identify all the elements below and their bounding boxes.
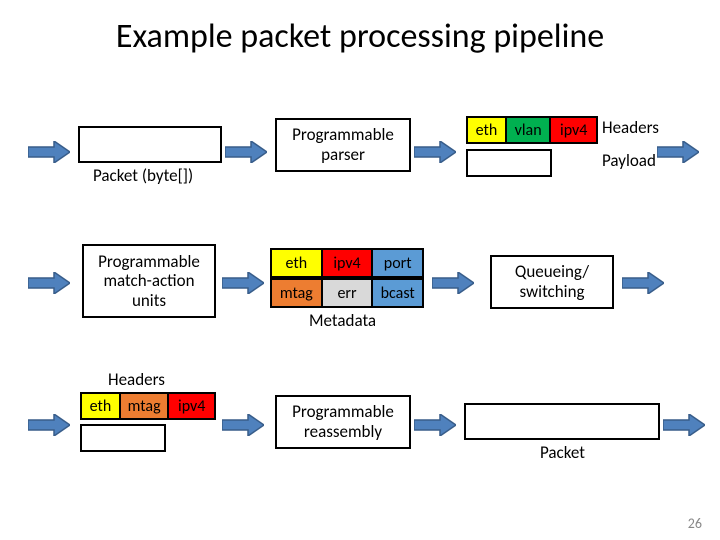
- page-title: Example packet processing pipeline: [0, 16, 720, 57]
- meta-bot-row: mtag err bcast: [270, 278, 424, 308]
- reassembly-box: Programmable reassembly: [275, 395, 411, 449]
- arrow-3-icon: [657, 141, 699, 163]
- meta-cell-mtag: mtag: [272, 280, 323, 306]
- arrow-5-icon: [222, 272, 264, 294]
- header-cell-ipv4: ipv4: [551, 118, 596, 142]
- arrow-11-icon: [663, 414, 705, 436]
- arrow-2-icon: [414, 141, 456, 163]
- arrow-6-icon: [432, 272, 474, 294]
- out-cell-ipv4: ipv4: [169, 394, 214, 418]
- header-cell-vlan: vlan: [507, 118, 552, 142]
- arrow-8-icon: [28, 414, 70, 436]
- out-packet-label: Packet: [540, 442, 585, 463]
- arrow-4-icon: [28, 272, 70, 294]
- meta-cell-bcast: bcast: [373, 280, 422, 306]
- arrow-in-icon: [28, 141, 70, 163]
- parser-box: Programmable parser: [275, 118, 411, 172]
- arrow-1-icon: [225, 141, 267, 163]
- payload-label: Payload: [602, 150, 656, 171]
- meta-top-row: eth ipv4 port: [270, 248, 424, 278]
- meta-cell-err: err: [323, 280, 374, 306]
- arrow-7-icon: [622, 272, 664, 294]
- packet-box: [78, 126, 222, 163]
- header-cell-eth: eth: [468, 118, 507, 142]
- out-headers-label: Headers: [108, 369, 165, 390]
- queue-box: Queueing/ switching: [490, 255, 614, 309]
- packet-label: Packet (byte[]): [93, 165, 193, 186]
- slide-number: 26: [688, 515, 702, 532]
- out-headers-cells: eth mtag ipv4: [80, 392, 216, 420]
- arrow-10-icon: [414, 414, 456, 436]
- out-cell-mtag: mtag: [121, 394, 170, 418]
- mau-box: Programmable match-action units: [82, 244, 216, 318]
- meta-cell-ipv4: ipv4: [323, 250, 374, 276]
- meta-cell-eth: eth: [272, 250, 323, 276]
- metadata-label: Metadata: [309, 310, 376, 331]
- out-packet-box: [464, 403, 660, 440]
- headers-label: Headers: [602, 117, 659, 138]
- out-payload-box: [80, 424, 166, 452]
- headers-cells: eth vlan ipv4: [466, 116, 598, 144]
- meta-cell-port: port: [373, 250, 422, 276]
- arrow-9-icon: [222, 414, 264, 436]
- payload-box: [466, 149, 552, 177]
- out-cell-eth: eth: [82, 394, 121, 418]
